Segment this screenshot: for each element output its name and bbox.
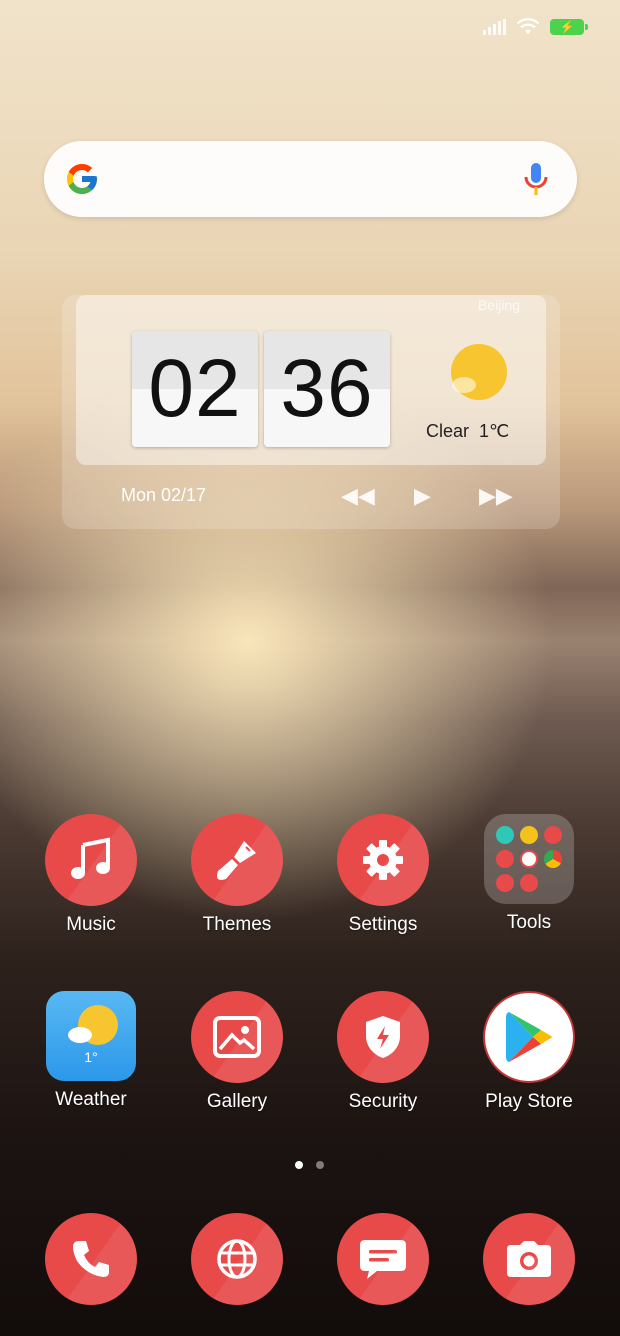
app-label: Weather bbox=[55, 1089, 127, 1110]
page-indicator bbox=[295, 1161, 324, 1169]
clock-weather-widget[interactable]: Beijing 02 36 Clear 1℃ Mon 02/17 ◀◀ ▶ ▶▶ bbox=[62, 295, 560, 529]
app-security[interactable]: Security bbox=[310, 991, 456, 1113]
shield-icon bbox=[337, 991, 429, 1083]
gear-icon bbox=[337, 814, 429, 906]
dock-browser[interactable] bbox=[164, 1213, 310, 1305]
google-search-bar[interactable] bbox=[44, 141, 577, 217]
clock-minute: 36 bbox=[264, 331, 390, 447]
next-track-icon[interactable]: ▶▶ bbox=[479, 483, 513, 509]
app-themes[interactable]: Themes bbox=[164, 814, 310, 936]
weather-temp: 1° bbox=[84, 1049, 98, 1065]
folder-icon bbox=[484, 814, 574, 904]
app-label: Themes bbox=[202, 914, 272, 935]
weather-icon: 1° bbox=[46, 991, 136, 1081]
paintbrush-icon bbox=[191, 814, 283, 906]
dock-phone[interactable] bbox=[18, 1213, 164, 1305]
message-icon bbox=[337, 1213, 429, 1305]
scanner-icon bbox=[496, 826, 514, 844]
app-settings[interactable]: Settings bbox=[310, 814, 456, 936]
clock-hour: 02 bbox=[132, 331, 258, 447]
contacts-icon bbox=[496, 850, 514, 868]
status-bar: ⚡ bbox=[483, 18, 588, 36]
date-label: Mon 02/17 bbox=[121, 485, 207, 505]
app-label: Settings bbox=[348, 914, 418, 935]
clock-panel: Beijing 02 36 Clear 1℃ bbox=[76, 295, 546, 465]
folder-tools[interactable]: Tools bbox=[456, 814, 602, 934]
image-icon bbox=[191, 991, 283, 1083]
duo-icon bbox=[520, 874, 538, 892]
signal-icon bbox=[483, 19, 506, 35]
music-icon bbox=[45, 814, 137, 906]
sun-icon bbox=[451, 344, 507, 400]
page-dot-active[interactable] bbox=[295, 1161, 303, 1169]
globe-icon bbox=[191, 1213, 283, 1305]
youtube-icon bbox=[496, 874, 514, 892]
wifi-icon bbox=[516, 18, 540, 34]
gmail-icon bbox=[520, 850, 538, 868]
page-dot[interactable] bbox=[316, 1161, 324, 1169]
app-music[interactable]: Music bbox=[18, 814, 164, 936]
condition-text: Clear bbox=[426, 421, 470, 441]
sun-cloud-icon bbox=[68, 1005, 118, 1045]
weather-condition: Clear 1℃ bbox=[426, 421, 509, 442]
google-logo bbox=[67, 164, 97, 194]
battery-charging-icon: ⚡ bbox=[550, 19, 588, 35]
city-label: Beijing bbox=[477, 297, 520, 313]
play-music-icon bbox=[520, 826, 538, 844]
app-label: Tools bbox=[506, 912, 552, 933]
chrome-icon bbox=[544, 850, 562, 868]
temperature-text: 1℃ bbox=[479, 421, 510, 441]
app-label: Play Store bbox=[485, 1091, 573, 1112]
app-label: Music bbox=[66, 914, 116, 935]
app-gallery[interactable]: Gallery bbox=[164, 991, 310, 1113]
app-label: Security bbox=[348, 1091, 418, 1112]
app-weather[interactable]: 1° Weather bbox=[18, 991, 164, 1111]
play-store-icon bbox=[483, 991, 575, 1083]
phone-icon bbox=[45, 1213, 137, 1305]
app-play-store[interactable]: Play Store bbox=[456, 991, 602, 1113]
dock-messages[interactable] bbox=[310, 1213, 456, 1305]
play-icon[interactable]: ▶ bbox=[414, 483, 431, 509]
dock-camera[interactable] bbox=[456, 1213, 602, 1305]
app-label: Gallery bbox=[206, 1091, 268, 1112]
camera-icon bbox=[483, 1213, 575, 1305]
play-movies-icon bbox=[544, 826, 562, 844]
mic-icon[interactable] bbox=[523, 161, 549, 197]
previous-track-icon[interactable]: ◀◀ bbox=[341, 483, 375, 509]
